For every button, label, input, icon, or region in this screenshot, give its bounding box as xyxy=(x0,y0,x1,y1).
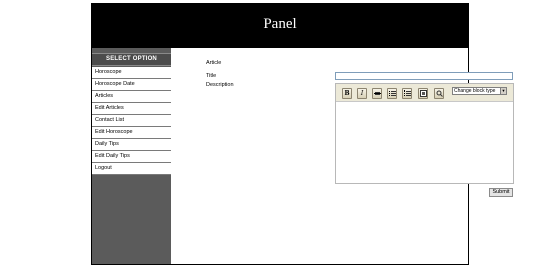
page-title: Panel xyxy=(263,16,297,32)
title-label: Title xyxy=(206,73,217,79)
description-label: Description xyxy=(206,82,234,88)
sidebar-item-edit-daily-tips[interactable]: Edit Daily Tips xyxy=(92,151,171,163)
header: Panel xyxy=(92,4,468,48)
sidebar-item-edit-articles[interactable]: Edit Articles xyxy=(92,103,171,115)
submit-button[interactable]: Submit xyxy=(489,188,513,197)
bold-button[interactable]: B xyxy=(342,88,352,99)
italic-label: I xyxy=(360,90,364,97)
sidebar-item-edit-horoscope[interactable]: Edit Horoscope xyxy=(92,127,171,139)
rich-text-editor: B I Change block type ▼ xyxy=(335,83,514,184)
image-icon xyxy=(419,90,427,97)
sidebar-item-logout[interactable]: Logout xyxy=(92,163,171,175)
strikethrough-button[interactable] xyxy=(372,88,382,99)
bullet-list-button[interactable] xyxy=(387,88,397,99)
title-input[interactable] xyxy=(335,72,513,80)
magnifier-icon xyxy=(436,90,443,97)
sidebar-heading: SELECT OPTION xyxy=(92,53,171,66)
numbered-list-icon xyxy=(403,90,411,96)
sidebar-item-articles[interactable]: Articles xyxy=(92,91,171,103)
block-type-value: Change block type xyxy=(454,88,496,94)
strikethrough-icon xyxy=(373,92,381,95)
editor-textarea[interactable] xyxy=(336,102,513,183)
sidebar-menu: Horoscope Horoscope Date Articles Edit A… xyxy=(92,67,171,175)
editor-toolbar: B I Change block type ▼ xyxy=(336,84,513,102)
sidebar-item-contact-list[interactable]: Contact List xyxy=(92,115,171,127)
sidebar-heading-label: SELECT OPTION xyxy=(106,56,157,62)
sidebar-item-horoscope[interactable]: Horoscope xyxy=(92,67,171,79)
block-type-select[interactable]: Change block type ▼ xyxy=(452,87,507,95)
insert-image-button[interactable] xyxy=(418,88,428,99)
sidebar-item-horoscope-date[interactable]: Horoscope Date xyxy=(92,79,171,91)
chevron-down-icon: ▼ xyxy=(500,88,506,94)
sidebar-item-daily-tips[interactable]: Daily Tips xyxy=(92,139,171,151)
main-content: Article Title Description B I Change blo… xyxy=(171,48,514,264)
sidebar: SELECT OPTION Horoscope Horoscope Date A… xyxy=(92,48,171,264)
section-label: Article xyxy=(206,60,222,66)
link-button[interactable] xyxy=(434,88,444,99)
bold-label: B xyxy=(344,90,350,97)
italic-button[interactable]: I xyxy=(357,88,367,99)
numbered-list-button[interactable] xyxy=(402,88,412,99)
panel-frame: Panel SELECT OPTION Horoscope Horoscope … xyxy=(91,3,514,265)
bullet-list-icon xyxy=(388,91,396,96)
